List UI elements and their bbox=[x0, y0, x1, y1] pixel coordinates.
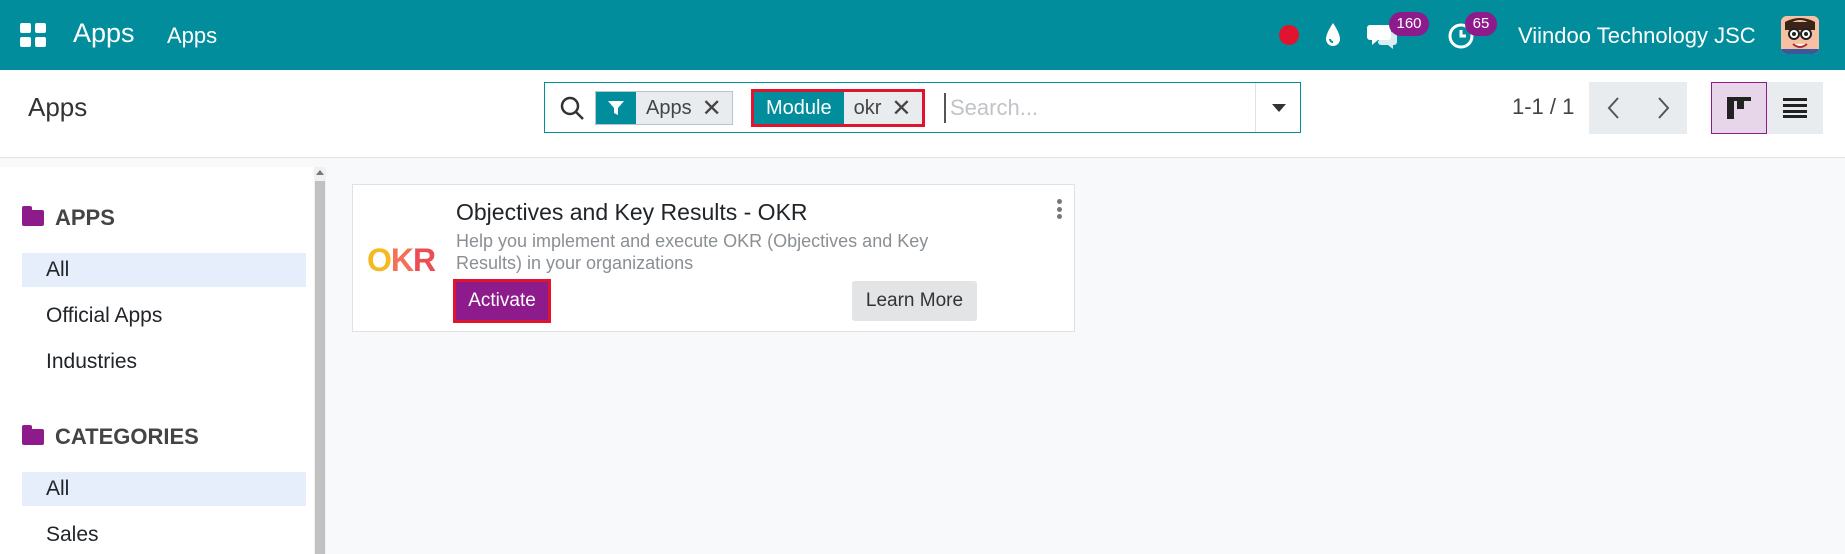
drop-icon[interactable] bbox=[1323, 21, 1343, 49]
pager-value[interactable]: 1-1 / 1 bbox=[1512, 94, 1574, 120]
folder-icon bbox=[22, 425, 44, 445]
facet-value: Apps bbox=[636, 92, 702, 124]
list-view-button[interactable] bbox=[1767, 82, 1823, 134]
remove-facet-icon[interactable]: ✕ bbox=[701, 92, 732, 124]
remove-facet-icon[interactable]: ✕ bbox=[891, 92, 922, 124]
page-title: Apps bbox=[28, 92, 88, 122]
kanban-icon bbox=[1727, 97, 1751, 119]
recording-indicator-icon[interactable] bbox=[1279, 25, 1299, 45]
sidebar-heading-categories: CATEGORIES bbox=[22, 424, 199, 450]
sidebar-item-official-apps[interactable]: Official Apps bbox=[22, 299, 306, 333]
top-navbar: Apps Apps 160 65 Viindoo Technology JSC bbox=[0, 0, 1845, 70]
search-options-toggle[interactable] bbox=[1255, 83, 1301, 132]
navbar-brand[interactable]: Apps bbox=[73, 18, 135, 49]
app-card-okr[interactable]: OKR Objectives and Key Results - OKR Hel… bbox=[352, 184, 1075, 332]
search-facet-module[interactable]: Module okr ✕ bbox=[751, 89, 925, 127]
search-input[interactable] bbox=[944, 93, 1244, 123]
kanban-view-button[interactable] bbox=[1711, 82, 1767, 134]
sidebar-item-all-categories[interactable]: All bbox=[22, 472, 306, 506]
search-panel-sidebar: APPS All Official Apps Industries CATEGO… bbox=[0, 167, 316, 554]
activate-button[interactable]: Activate bbox=[453, 279, 551, 323]
list-icon bbox=[1783, 98, 1807, 118]
app-title: Objectives and Key Results - OKR bbox=[456, 199, 808, 225]
folder-icon bbox=[22, 206, 44, 226]
heading-label: CATEGORIES bbox=[55, 424, 199, 449]
control-panel: Apps Apps ✕ Module okr ✕ 1-1 / 1 bbox=[0, 70, 1845, 158]
company-switcher[interactable]: Viindoo Technology JSC bbox=[1518, 23, 1756, 49]
okr-logo: OKR bbox=[367, 242, 436, 278]
sidebar-item-sales[interactable]: Sales bbox=[22, 518, 306, 552]
app-menu-grid-icon[interactable] bbox=[20, 23, 46, 47]
pager-previous-button[interactable] bbox=[1589, 82, 1638, 134]
filter-icon bbox=[596, 92, 636, 124]
scrollbar-thumb[interactable] bbox=[315, 181, 325, 554]
app-description: Help you implement and execute OKR (Obje… bbox=[456, 231, 929, 273]
sidebar-item-industries[interactable]: Industries bbox=[22, 345, 306, 379]
sidebar-item-all-apps[interactable]: All bbox=[22, 253, 306, 287]
facet-value: okr bbox=[843, 92, 892, 124]
sidebar-heading-apps: APPS bbox=[22, 205, 115, 231]
scroll-up-arrow-icon[interactable] bbox=[316, 170, 324, 175]
user-avatar[interactable] bbox=[1781, 16, 1819, 54]
heading-label: APPS bbox=[55, 205, 115, 230]
search-icon bbox=[560, 96, 584, 120]
navbar-menu-apps[interactable]: Apps bbox=[167, 23, 217, 49]
facet-label: Module bbox=[754, 92, 844, 124]
pager-next-button[interactable] bbox=[1638, 82, 1687, 134]
activity-count-badge: 65 bbox=[1465, 12, 1497, 36]
sidebar-scrollbar[interactable] bbox=[314, 167, 326, 554]
search-facet-apps-filter[interactable]: Apps ✕ bbox=[595, 91, 733, 125]
chat-count-badge: 160 bbox=[1389, 12, 1429, 36]
card-menu-kebab-icon[interactable] bbox=[1057, 199, 1063, 219]
learn-more-button[interactable]: Learn More bbox=[852, 281, 977, 321]
caret-down-icon bbox=[1271, 103, 1286, 112]
search-box[interactable]: Apps ✕ Module okr ✕ bbox=[544, 82, 1301, 133]
